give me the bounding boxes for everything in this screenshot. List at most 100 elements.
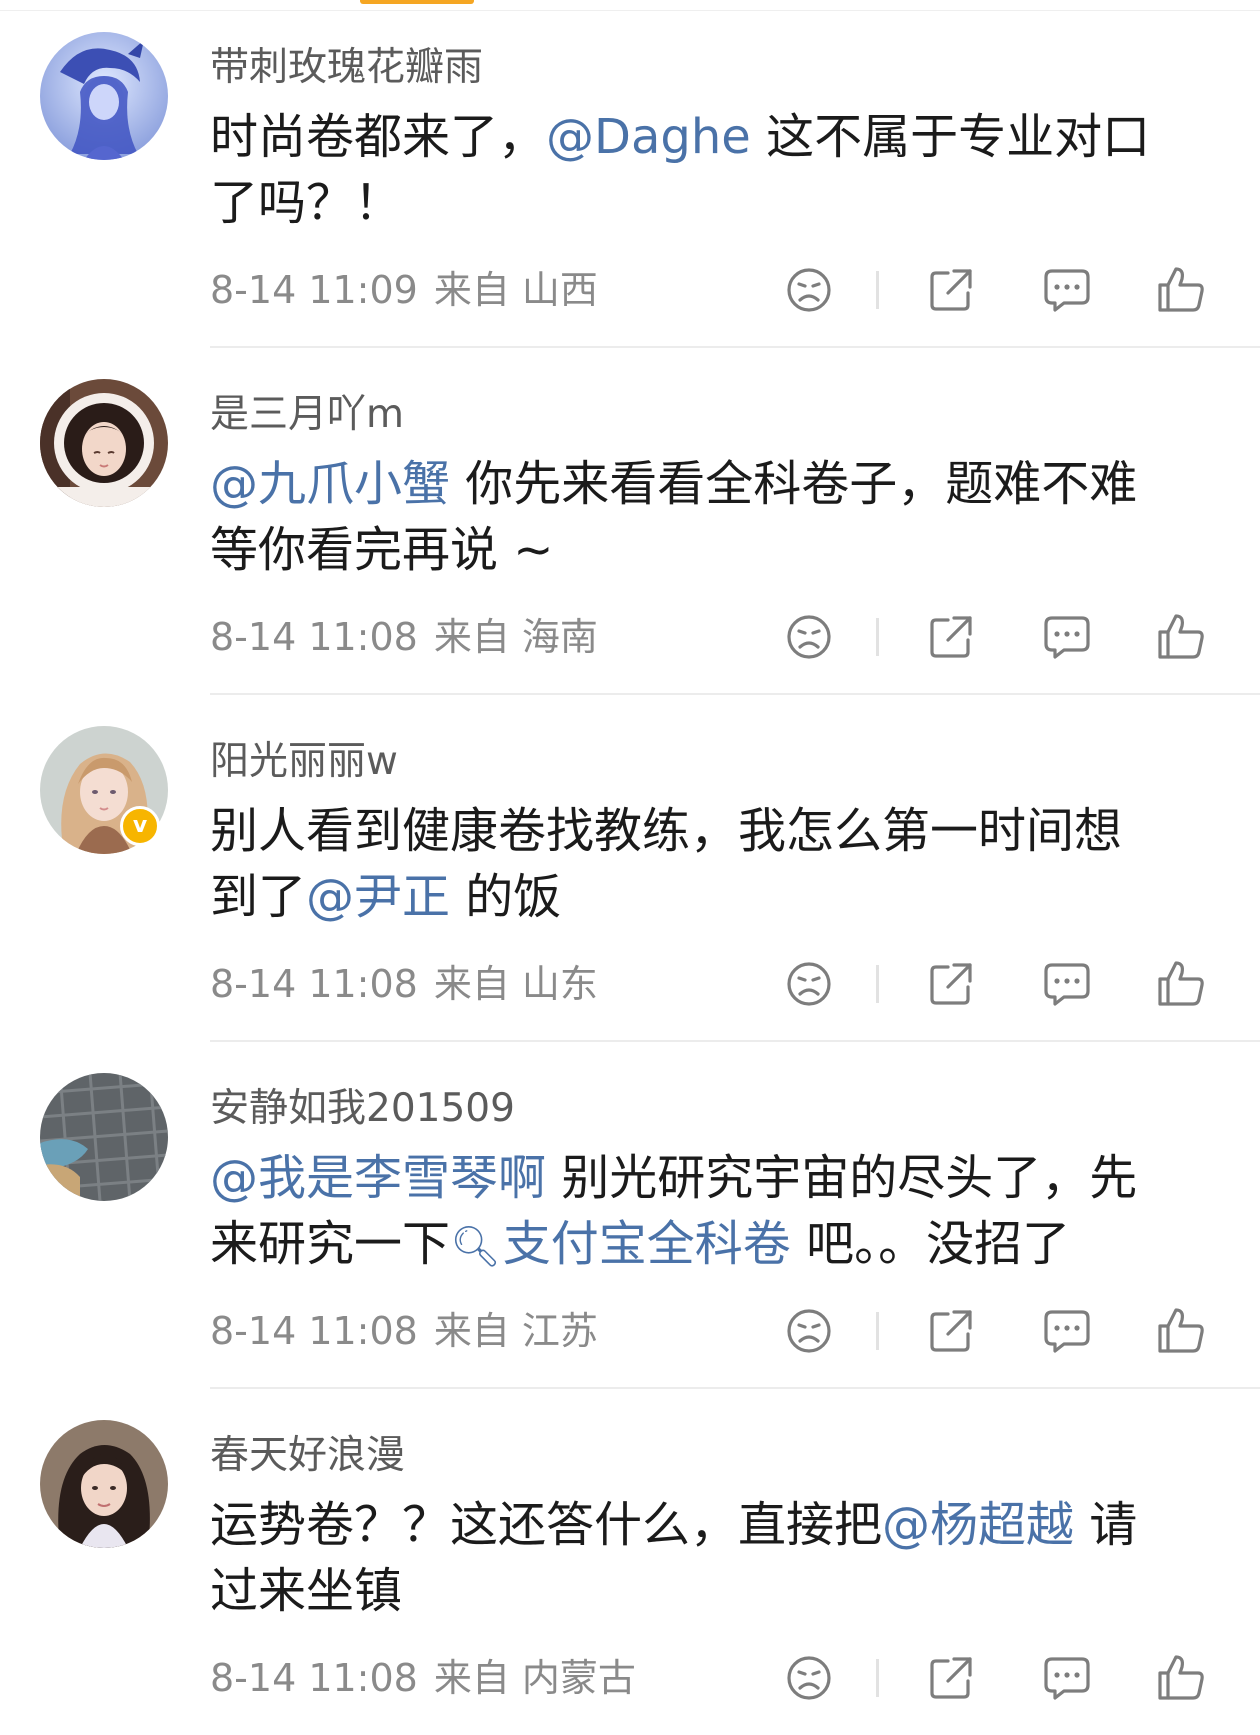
reply-button[interactable] [1042,1306,1092,1356]
like-button[interactable] [1156,1306,1206,1356]
dislike-button[interactable] [784,612,834,662]
username[interactable]: 带刺玫瑰花瓣雨 [210,46,483,90]
comment-line: 了吗？！ [210,170,1210,236]
thumbs-up-icon [1158,267,1204,312]
reply-button[interactable] [1042,959,1092,1009]
text-segment: 来研究一下 [210,1216,451,1272]
username[interactable]: 阳光丽丽w [210,740,398,784]
text-segment: 这不属于专业对口 [750,109,1151,165]
dislike-button[interactable] [784,1306,834,1356]
like-button[interactable] [1156,612,1206,662]
share-icon [930,616,972,658]
text-segment: 到了 [210,869,307,925]
share-icon [930,1310,972,1352]
timestamp: 8-14 11:08 [210,1656,418,1700]
avatar[interactable] [40,1420,168,1548]
share-button[interactable] [926,265,976,315]
stone-street-photo-avatar-icon [40,1073,168,1201]
thumbs-up-icon [1158,614,1204,659]
text-segment: 时尚卷都来了， [210,109,547,165]
topic-link[interactable]: 🔍︎支付宝全科卷 [450,1216,791,1272]
comment-item: v 阳光丽丽w 别人看到健康卷找教练，我怎么第一时间想 到了@尹正 的饭 8-1… [0,694,1260,1042]
share-icon [930,1657,972,1699]
comment-meta: 8-14 11:08 来自 海南 [210,615,598,659]
sad-face-icon [787,1309,831,1353]
sad-face-icon [787,615,831,659]
comment-bubble-icon [1044,1310,1090,1353]
dislike-button[interactable] [784,1653,834,1703]
comment-line: @我是李雪琴啊 别光研究宇宙的尽头了，先 [210,1145,1210,1211]
comment-bubble-icon [1044,616,1090,659]
comment-line: 到了@尹正 的饭 [210,864,1210,930]
avatar[interactable] [40,1073,168,1201]
comment-meta: 8-14 11:08 来自 山东 [210,962,598,1006]
share-icon [930,963,972,1005]
search-icon: 🔍︎ [450,1224,501,1270]
mention-link[interactable]: @尹正 [306,869,450,925]
text-segment: 请 [1074,1497,1138,1553]
comment-line: 运势卷？？这还答什么，直接把@杨超越 请 [210,1492,1210,1558]
avatar[interactable] [40,379,168,507]
mention-link[interactable]: @杨超越 [882,1497,1074,1553]
like-button[interactable] [1156,1653,1206,1703]
comment-text: @我是李雪琴啊 别光研究宇宙的尽头了，先 来研究一下🔍︎支付宝全科卷 吧。。没招… [210,1145,1210,1280]
location: 来自 山西 [433,268,598,312]
reply-button[interactable] [1042,265,1092,315]
share-button[interactable] [926,612,976,662]
comment-line: 时尚卷都来了，@Daghe 这不属于专业对口 [210,104,1210,170]
text-segment: 运势卷？？这还答什么，直接把 [210,1497,883,1553]
reply-button[interactable] [1042,1653,1092,1703]
action-divider [876,965,879,1003]
comment-item: 是三月吖m @九爪小蟹 你先来看看全科卷子，题难不难 等你看完再说 ~ 8-14… [0,347,1260,695]
comment-item: 春天好浪漫 运势卷？？这还答什么，直接把@杨超越 请 过来坐镇 8-14 11:… [0,1388,1260,1735]
reply-button[interactable] [1042,612,1092,662]
text-segment: 别人看到健康卷找教练，我怎么第一时间想 [210,803,1123,859]
text-segment: 吧。。没招了 [790,1216,1071,1272]
comment-text: @九爪小蟹 你先来看看全科卷子，题难不难 等你看完再说 ~ [210,451,1210,583]
share-button[interactable] [926,1653,976,1703]
username[interactable]: 安静如我201509 [210,1087,515,1131]
topic-label: 支付宝全科卷 [502,1216,791,1272]
mention-link[interactable]: @Daghe [546,109,751,165]
text-segment: 过来坐镇 [210,1563,403,1619]
text-segment: 别光研究宇宙的尽头了，先 [546,1150,1138,1206]
comment-line: 来研究一下🔍︎支付宝全科卷 吧。。没招了 [210,1211,1210,1280]
avatar[interactable] [40,32,168,160]
share-button[interactable] [926,959,976,1009]
mention-link[interactable]: @九爪小蟹 [210,456,450,512]
thumbs-up-icon [1158,1655,1204,1700]
location: 来自 山东 [433,962,598,1006]
dislike-button[interactable] [784,959,834,1009]
share-button[interactable] [926,1306,976,1356]
comment-text: 时尚卷都来了，@Daghe 这不属于专业对口 了吗？！ [210,104,1210,236]
username[interactable]: 春天好浪漫 [210,1434,405,1478]
action-divider [876,618,879,656]
action-bar [780,1653,1220,1703]
mention-link[interactable]: @我是李雪琴啊 [210,1150,546,1206]
like-button[interactable] [1156,265,1206,315]
sad-face-icon [787,268,831,312]
comment-bubble-icon [1044,963,1090,1006]
action-bar [780,265,1220,315]
text-segment: 的饭 [450,869,562,925]
blue-dragon-girl-avatar-icon [40,32,168,160]
comment-line: 过来坐镇 [210,1558,1210,1624]
comment-line: 别人看到健康卷找教练，我怎么第一时间想 [210,798,1210,864]
text-segment: 了吗？！ [210,175,403,231]
text-segment: 你先来看看全科卷子，题难不难 [450,456,1138,512]
username[interactable]: 是三月吖m [210,393,404,437]
action-divider [876,1312,879,1350]
verified-badge-icon: v [120,806,160,846]
comment-meta: 8-14 11:08 来自 江苏 [210,1309,598,1353]
location: 来自 内蒙古 [433,1656,636,1700]
thumbs-up-icon [1158,961,1204,1006]
location: 来自 海南 [433,615,598,659]
like-button[interactable] [1156,959,1206,1009]
action-bar [780,1306,1220,1356]
action-divider [876,271,879,309]
share-icon [930,269,972,311]
timestamp: 8-14 11:08 [210,1309,418,1353]
dislike-button[interactable] [784,265,834,315]
comment-meta: 8-14 11:09 来自 山西 [210,268,598,312]
comment-text: 运势卷？？这还答什么，直接把@杨超越 请 过来坐镇 [210,1492,1210,1624]
